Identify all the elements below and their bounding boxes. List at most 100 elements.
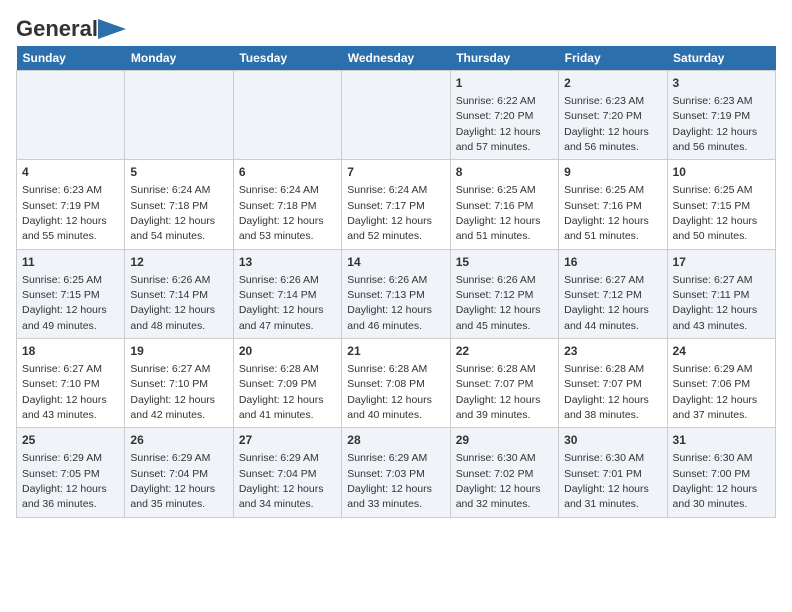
header-sunday: Sunday [17,46,125,71]
calendar-cell: 15 Sunrise: 6:26 AMSunset: 7:12 PMDayligh… [450,249,558,338]
header-monday: Monday [125,46,233,71]
cell-content: Sunrise: 6:23 AMSunset: 7:19 PMDaylight:… [22,184,107,242]
day-number: 6 [239,164,336,181]
day-number: 18 [22,343,119,360]
header-friday: Friday [559,46,667,71]
day-number: 25 [22,432,119,449]
day-number: 16 [564,254,661,271]
calendar-cell: 22Sunrise: 6:28 AMSunset: 7:07 PMDayligh… [450,339,558,428]
calendar-cell: 2 Sunrise: 6:23 AMSunset: 7:20 PMDaylight… [559,71,667,160]
calendar-cell [125,71,233,160]
cell-content: Sunrise: 6:24 AMSunset: 7:18 PMDaylight:… [130,184,215,242]
header-tuesday: Tuesday [233,46,341,71]
cell-content: Sunrise: 6:29 AMSunset: 7:06 PMDaylight:… [673,363,758,421]
week-row-2: 4 Sunrise: 6:23 AMSunset: 7:19 PMDaylight… [17,160,776,249]
day-number: 17 [673,254,770,271]
calendar-cell: 6 Sunrise: 6:24 AMSunset: 7:18 PMDaylight… [233,160,341,249]
day-number: 24 [673,343,770,360]
day-number: 5 [130,164,227,181]
logo-text-general: General [16,16,98,42]
header-saturday: Saturday [667,46,775,71]
cell-content: Sunrise: 6:24 AMSunset: 7:18 PMDaylight:… [239,184,324,242]
day-number: 30 [564,432,661,449]
cell-content: Sunrise: 6:27 AMSunset: 7:12 PMDaylight:… [564,274,649,332]
day-number: 15 [456,254,553,271]
day-number: 4 [22,164,119,181]
cell-content: Sunrise: 6:27 AMSunset: 7:10 PMDaylight:… [22,363,107,421]
day-number: 9 [564,164,661,181]
cell-content: Sunrise: 6:22 AMSunset: 7:20 PMDaylight:… [456,95,541,153]
calendar-cell: 17 Sunrise: 6:27 AMSunset: 7:11 PMDayligh… [667,249,775,338]
cell-content: Sunrise: 6:26 AMSunset: 7:13 PMDaylight:… [347,274,432,332]
calendar-table: SundayMondayTuesdayWednesdayThursdayFrid… [16,46,776,518]
calendar-cell [233,71,341,160]
week-row-3: 11 Sunrise: 6:25 AMSunset: 7:15 PMDayligh… [17,249,776,338]
cell-content: Sunrise: 6:30 AMSunset: 7:02 PMDaylight:… [456,452,541,510]
calendar-cell: 30 Sunrise: 6:30 AMSunset: 7:01 PMDayligh… [559,428,667,517]
calendar-cell: 25 Sunrise: 6:29 AMSunset: 7:05 PMDayligh… [17,428,125,517]
header-thursday: Thursday [450,46,558,71]
week-row-5: 25 Sunrise: 6:29 AMSunset: 7:05 PMDayligh… [17,428,776,517]
day-number: 28 [347,432,444,449]
day-number: 8 [456,164,553,181]
cell-content: Sunrise: 6:28 AMSunset: 7:08 PMDaylight:… [347,363,432,421]
cell-content: Sunrise: 6:29 AMSunset: 7:05 PMDaylight:… [22,452,107,510]
cell-content: Sunrise: 6:30 AMSunset: 7:01 PMDaylight:… [564,452,649,510]
calendar-cell: 28 Sunrise: 6:29 AMSunset: 7:03 PMDayligh… [342,428,450,517]
cell-content: Sunrise: 6:29 AMSunset: 7:04 PMDaylight:… [239,452,324,510]
header-row: SundayMondayTuesdayWednesdayThursdayFrid… [17,46,776,71]
calendar-cell: 3Sunrise: 6:23 AMSunset: 7:19 PMDaylight… [667,71,775,160]
cell-content: Sunrise: 6:26 AMSunset: 7:12 PMDaylight:… [456,274,541,332]
day-number: 31 [673,432,770,449]
cell-content: Sunrise: 6:29 AMSunset: 7:04 PMDaylight:… [130,452,215,510]
calendar-cell: 27 Sunrise: 6:29 AMSunset: 7:04 PMDayligh… [233,428,341,517]
calendar-cell: 29 Sunrise: 6:30 AMSunset: 7:02 PMDayligh… [450,428,558,517]
calendar-cell: 13Sunrise: 6:26 AMSunset: 7:14 PMDayligh… [233,249,341,338]
day-number: 27 [239,432,336,449]
cell-content: Sunrise: 6:27 AMSunset: 7:11 PMDaylight:… [673,274,758,332]
cell-content: Sunrise: 6:28 AMSunset: 7:07 PMDaylight:… [564,363,649,421]
day-number: 23 [564,343,661,360]
calendar-cell: 4 Sunrise: 6:23 AMSunset: 7:19 PMDaylight… [17,160,125,249]
logo: General [16,16,126,38]
header: General [16,16,776,38]
day-number: 7 [347,164,444,181]
logo-arrow-icon [98,19,126,39]
cell-content: Sunrise: 6:28 AMSunset: 7:07 PMDaylight:… [456,363,541,421]
day-number: 11 [22,254,119,271]
calendar-cell: 9 Sunrise: 6:25 AMSunset: 7:16 PMDaylight… [559,160,667,249]
calendar-cell: 11 Sunrise: 6:25 AMSunset: 7:15 PMDayligh… [17,249,125,338]
calendar-cell: 10Sunrise: 6:25 AMSunset: 7:15 PMDayligh… [667,160,775,249]
calendar-cell: 12 Sunrise: 6:26 AMSunset: 7:14 PMDayligh… [125,249,233,338]
calendar-cell: 26 Sunrise: 6:29 AMSunset: 7:04 PMDayligh… [125,428,233,517]
calendar-cell: 18 Sunrise: 6:27 AMSunset: 7:10 PMDayligh… [17,339,125,428]
week-row-1: 1 Sunrise: 6:22 AMSunset: 7:20 PMDaylight… [17,71,776,160]
cell-content: Sunrise: 6:28 AMSunset: 7:09 PMDaylight:… [239,363,324,421]
day-number: 21 [347,343,444,360]
calendar-cell: 1 Sunrise: 6:22 AMSunset: 7:20 PMDaylight… [450,71,558,160]
calendar-cell: 23 Sunrise: 6:28 AMSunset: 7:07 PMDayligh… [559,339,667,428]
calendar-cell: 31 Sunrise: 6:30 AMSunset: 7:00 PMDayligh… [667,428,775,517]
cell-content: Sunrise: 6:24 AMSunset: 7:17 PMDaylight:… [347,184,432,242]
cell-content: Sunrise: 6:26 AMSunset: 7:14 PMDaylight:… [130,274,215,332]
day-number: 3 [673,75,770,92]
day-number: 12 [130,254,227,271]
day-number: 29 [456,432,553,449]
cell-content: Sunrise: 6:29 AMSunset: 7:03 PMDaylight:… [347,452,432,510]
day-number: 1 [456,75,553,92]
cell-content: Sunrise: 6:25 AMSunset: 7:15 PMDaylight:… [22,274,107,332]
calendar-cell: 8 Sunrise: 6:25 AMSunset: 7:16 PMDaylight… [450,160,558,249]
day-number: 26 [130,432,227,449]
cell-content: Sunrise: 6:25 AMSunset: 7:16 PMDaylight:… [456,184,541,242]
cell-content: Sunrise: 6:26 AMSunset: 7:14 PMDaylight:… [239,274,324,332]
cell-content: Sunrise: 6:23 AMSunset: 7:20 PMDaylight:… [564,95,649,153]
day-number: 2 [564,75,661,92]
calendar-cell [17,71,125,160]
day-number: 19 [130,343,227,360]
calendar-cell: 7 Sunrise: 6:24 AMSunset: 7:17 PMDaylight… [342,160,450,249]
calendar-cell [342,71,450,160]
cell-content: Sunrise: 6:25 AMSunset: 7:15 PMDaylight:… [673,184,758,242]
cell-content: Sunrise: 6:25 AMSunset: 7:16 PMDaylight:… [564,184,649,242]
cell-content: Sunrise: 6:30 AMSunset: 7:00 PMDaylight:… [673,452,758,510]
calendar-cell: 16 Sunrise: 6:27 AMSunset: 7:12 PMDayligh… [559,249,667,338]
